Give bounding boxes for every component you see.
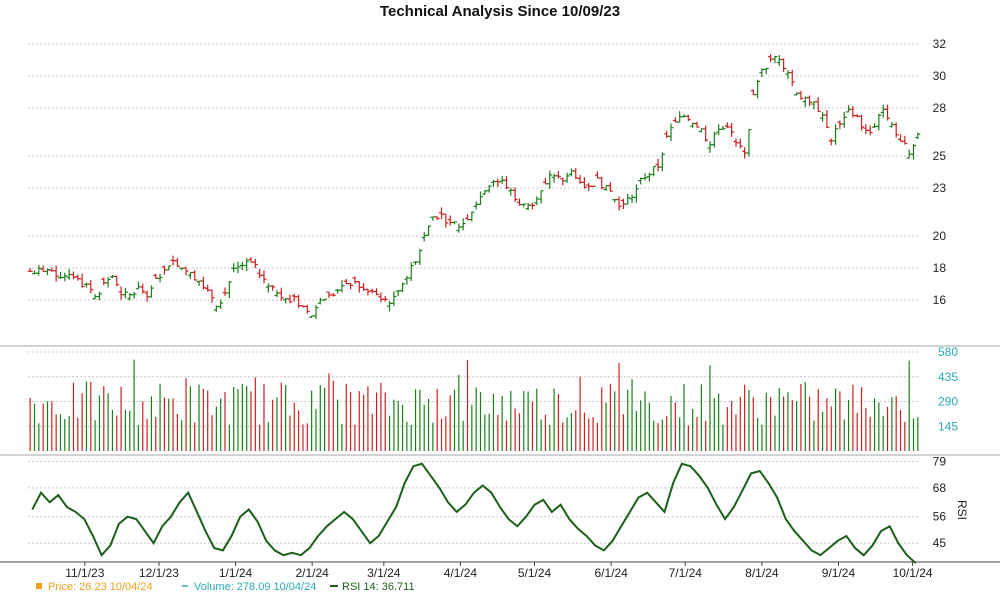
chart-title: Technical Analysis Since 10/09/23 [380, 3, 620, 20]
x-tick-label: 7/1/24 [669, 566, 703, 580]
price-legend-text: Price: 26.23 10/04/24 [48, 581, 153, 593]
rsi-tick-label: 56 [933, 510, 947, 524]
rsi-tick-label: 45 [933, 536, 947, 550]
x-tick-label: 10/1/24 [893, 566, 933, 580]
volume-tick-label: 435 [938, 370, 958, 384]
price-tick-label: 30 [933, 69, 947, 83]
rsi-tick-label: 68 [933, 481, 947, 495]
x-tick-label: 4/1/24 [444, 566, 478, 580]
x-tick-label: 5/1/24 [518, 566, 552, 580]
price-tick-label: 18 [933, 261, 947, 275]
x-tick-label: 3/1/24 [367, 566, 401, 580]
rsi-axis-label: RSI [955, 500, 969, 520]
legend: Price: 26.23 10/04/24 Volume: 278.09 10/… [36, 581, 415, 593]
price-tick-label: 23 [933, 181, 947, 195]
x-tick-label: 11/1/23 [65, 566, 104, 580]
x-tick-label: 12/1/23 [139, 566, 179, 580]
price-tick-label: 28 [933, 101, 947, 115]
price-tick-label: 25 [933, 149, 947, 163]
price-tick-label: 20 [933, 229, 947, 243]
rsi-tick-label: 79 [933, 454, 947, 468]
rsi-legend-text: RSI 14: 36.711 [342, 581, 415, 593]
price-tick-label: 16 [933, 293, 947, 307]
x-tick-label: 1/1/24 [219, 566, 253, 580]
x-tick-label: 8/1/24 [745, 566, 779, 580]
volume-tick-label: 290 [938, 395, 958, 409]
x-tick-label: 2/1/24 [295, 566, 329, 580]
volume-tick-label: 145 [938, 419, 958, 433]
technical-chart: Technical Analysis Since 10/09/23 16 18 20… [0, 0, 1000, 600]
x-tick-label: 9/1/24 [822, 566, 856, 580]
price-tick-label: 32 [933, 37, 947, 51]
x-tick-label: 6/1/24 [594, 566, 628, 580]
volume-tick-label: 580 [938, 345, 958, 359]
price-legend-swatch [36, 583, 42, 589]
volume-legend-text: Volume: 278.09 10/04/24 [194, 581, 316, 593]
